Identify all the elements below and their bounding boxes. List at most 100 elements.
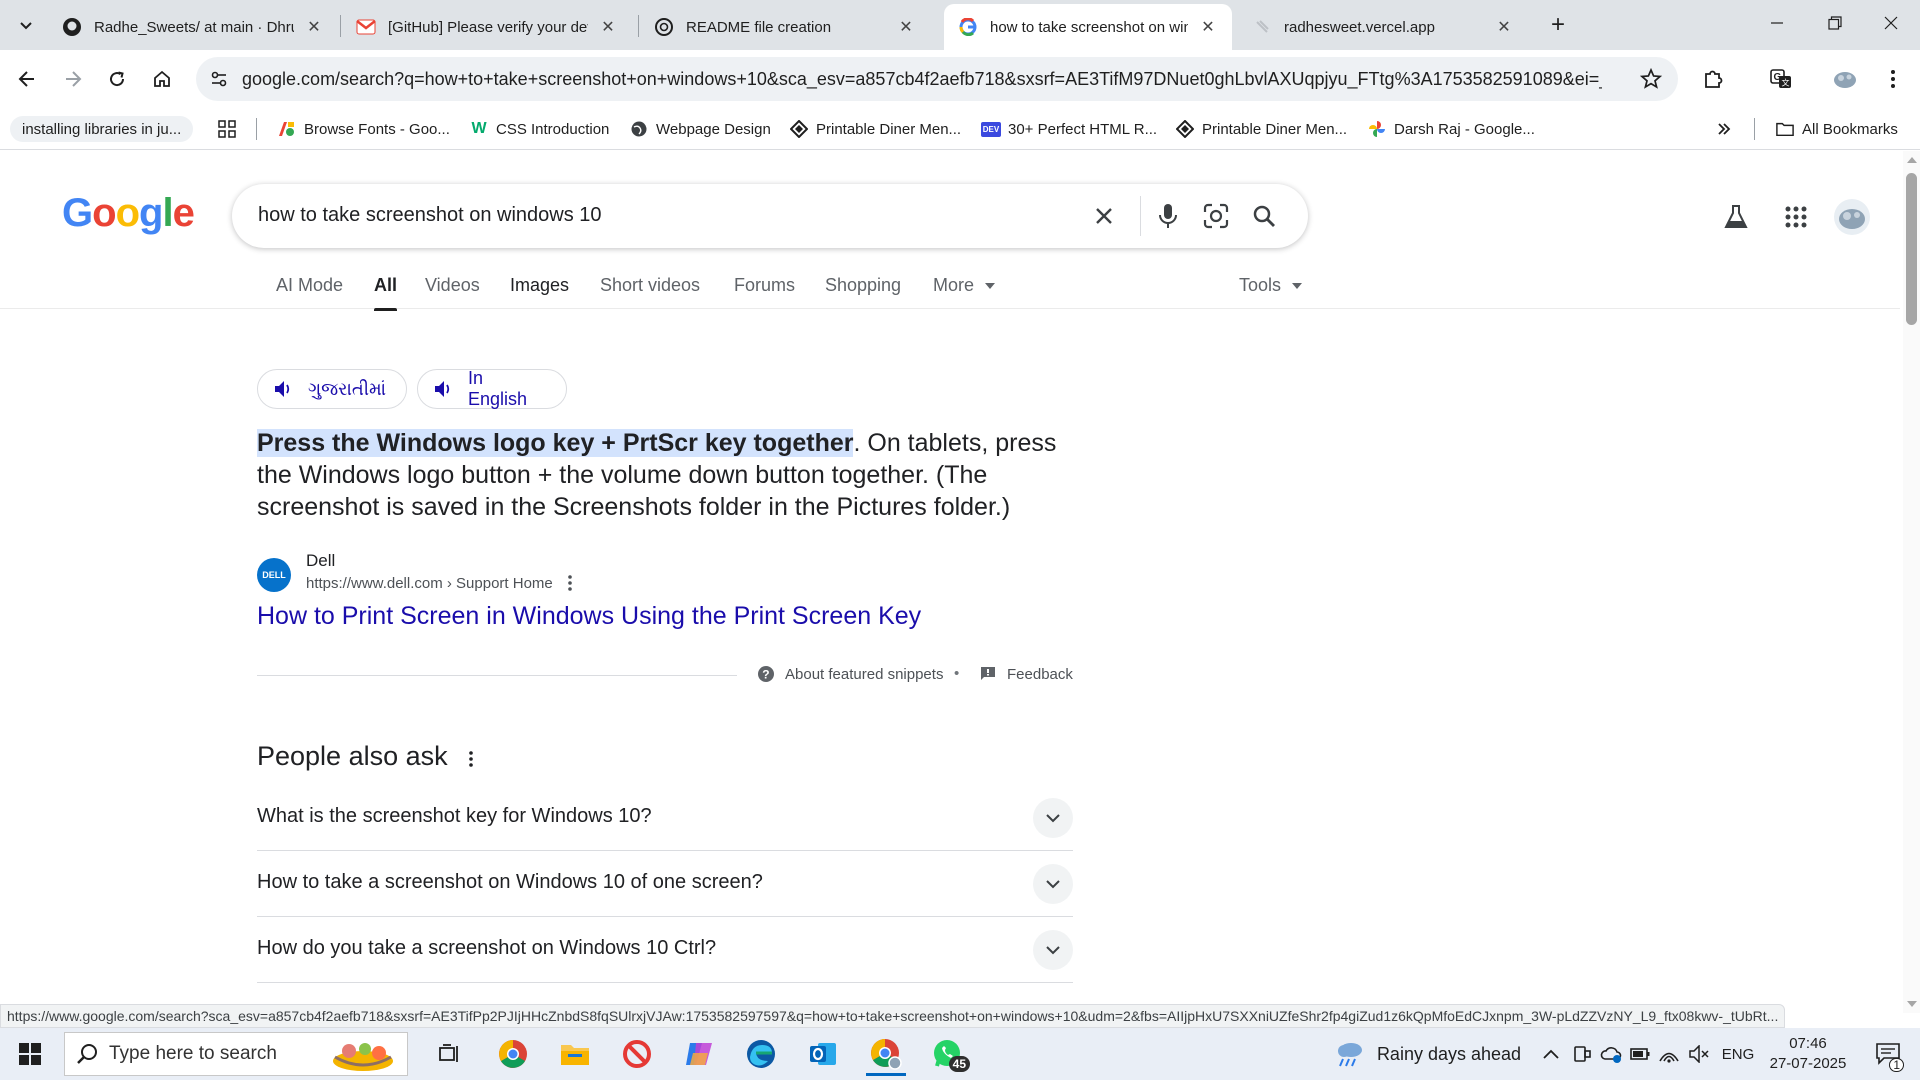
task-view-button[interactable] [424, 1032, 476, 1076]
search-button[interactable] [1246, 198, 1282, 234]
restore-button[interactable] [1806, 0, 1864, 46]
tools-button[interactable]: Tools [1239, 275, 1303, 296]
chrome-active-window-button[interactable] [860, 1032, 912, 1076]
clear-button[interactable] [1086, 198, 1122, 234]
extensions-button[interactable] [1696, 62, 1730, 96]
onedrive-button[interactable] [1598, 1028, 1624, 1080]
lens-search-button[interactable] [1198, 198, 1234, 234]
translate-button[interactable]: G文 [1764, 62, 1798, 96]
site-info-icon[interactable] [204, 64, 234, 94]
all-bookmarks-button[interactable]: All Bookmarks [1776, 116, 1898, 142]
search-box[interactable]: how to take screenshot on windows 10 [232, 184, 1308, 248]
listen-english-button[interactable]: In English [417, 368, 567, 409]
close-window-button[interactable] [1862, 0, 1920, 46]
scrollbar-thumb[interactable] [1906, 173, 1917, 325]
weather-widget[interactable]: Rainy days ahead [1332, 1028, 1522, 1080]
input-language[interactable]: ENG [1718, 1028, 1758, 1080]
tab-separator [638, 15, 639, 37]
google-apps-button[interactable] [1776, 197, 1816, 237]
tab-more[interactable]: More [933, 275, 996, 296]
paa-question[interactable]: What is the screenshot key for Windows 1… [257, 785, 1073, 851]
home-button[interactable] [145, 62, 179, 96]
source-name[interactable]: Dell [306, 551, 335, 571]
tab-search-button[interactable] [10, 10, 42, 40]
new-tab-button[interactable]: + [1542, 10, 1574, 40]
chevron-down-icon[interactable] [1033, 864, 1073, 904]
more-options-icon[interactable] [463, 747, 479, 771]
tab-shopping[interactable]: Shopping [825, 275, 901, 296]
browser-tab-active[interactable]: how to take screenshot on winc ✕ [944, 4, 1232, 50]
close-icon[interactable]: ✕ [896, 17, 916, 37]
bookmark-item[interactable]: Browse Fonts - Goo... [278, 116, 450, 142]
bookmark-item[interactable]: DEV 30+ Perfect HTML R... [980, 116, 1157, 142]
browser-tab[interactable]: README file creation ✕ [640, 4, 930, 50]
tab-images[interactable]: Images [510, 275, 569, 296]
address-bar[interactable]: google.com/search?q=how+to+take+screensh… [196, 57, 1678, 101]
whatsapp-button[interactable]: 45 [922, 1032, 974, 1076]
minimize-button[interactable] [1748, 0, 1806, 46]
scroll-up-arrow-icon[interactable] [1906, 155, 1917, 165]
search-input[interactable]: how to take screenshot on windows 10 [258, 204, 602, 227]
file-explorer-button[interactable] [549, 1032, 601, 1076]
clock[interactable]: 07:46 27-07-2025 [1764, 1028, 1852, 1080]
outlook-icon [810, 1043, 836, 1065]
bookmark-item[interactable]: Darsh Raj - Google... [1368, 116, 1535, 142]
more-options-icon[interactable] [563, 573, 577, 593]
close-icon[interactable]: ✕ [1198, 17, 1218, 37]
edge-button[interactable] [735, 1032, 787, 1076]
chrome-taskbar-icon[interactable] [487, 1032, 539, 1076]
browser-tab[interactable]: radhesweet.vercel.app ✕ [1238, 4, 1528, 50]
show-hidden-icons-button[interactable] [1538, 1028, 1564, 1080]
feedback-link[interactable]: Feedback [979, 665, 1073, 683]
close-icon[interactable]: ✕ [1494, 17, 1514, 37]
reload-button[interactable] [100, 62, 134, 96]
tab-ai-mode[interactable]: AI Mode [276, 275, 343, 296]
bookmark-item[interactable]: installing libraries in ju... [10, 116, 194, 142]
chrome-menu-button[interactable] [1876, 62, 1910, 96]
google-logo[interactable]: Google [62, 191, 195, 236]
listen-gujarati-button[interactable]: ગુજરાતીમાં [257, 369, 407, 409]
close-icon[interactable]: ✕ [304, 17, 324, 37]
tab-short-videos[interactable]: Short videos [600, 275, 700, 296]
browser-tab[interactable]: [GitHub] Please verify your devi ✕ [342, 4, 632, 50]
chevron-down-icon[interactable] [1033, 930, 1073, 970]
chevron-double-right-icon [1718, 123, 1731, 135]
scroll-down-arrow-icon[interactable] [1906, 999, 1917, 1009]
bookmark-item[interactable]: Printable Diner Men... [1176, 116, 1347, 142]
back-button[interactable] [10, 62, 44, 96]
browser-tab[interactable]: Radhe_Sweets/ at main · Dhruvi ✕ [48, 4, 338, 50]
bookmark-item[interactable]: Printable Diner Men... [790, 116, 961, 142]
copilot-button[interactable] [673, 1032, 725, 1076]
bookmark-item[interactable]: W CSS Introduction [470, 116, 609, 142]
chevron-down-icon[interactable] [1033, 798, 1073, 838]
close-icon[interactable]: ✕ [598, 17, 618, 37]
blocked-app-button[interactable] [611, 1032, 663, 1076]
paa-question[interactable]: How to take a screenshot on Windows 10 o… [257, 851, 1073, 917]
apps-button[interactable] [218, 116, 236, 142]
volume-button[interactable] [1686, 1028, 1712, 1080]
meet-now-button[interactable] [1570, 1028, 1594, 1080]
bookmark-item[interactable]: Webpage Design [630, 116, 771, 142]
start-button[interactable] [4, 1032, 56, 1076]
network-button[interactable] [1656, 1028, 1682, 1080]
forward-button[interactable] [56, 62, 90, 96]
bookmark-star-icon[interactable] [1638, 66, 1664, 92]
more-bookmarks-button[interactable] [1716, 116, 1732, 142]
paa-question[interactable]: How do you take a screenshot on Windows … [257, 917, 1073, 983]
search-labs-button[interactable] [1716, 197, 1756, 237]
battery-button[interactable] [1628, 1028, 1652, 1080]
about-snippets-link[interactable]: ? About featured snippets [757, 665, 943, 683]
result-link[interactable]: How to Print Screen in Windows Using the… [257, 602, 921, 631]
tab-all[interactable]: All [374, 275, 398, 311]
profile-avatar-button[interactable] [1828, 62, 1862, 96]
taskbar-search-box[interactable]: Type here to search [64, 1032, 408, 1076]
notification-center-button[interactable]: 1 [1864, 1028, 1912, 1080]
close-icon [1884, 16, 1898, 30]
outlook-button[interactable] [797, 1032, 849, 1076]
tab-forums[interactable]: Forums [734, 275, 795, 296]
account-avatar[interactable] [1832, 197, 1872, 237]
voice-search-button[interactable] [1150, 198, 1186, 234]
source-url[interactable]: https://www.dell.com › Support Home [306, 575, 553, 592]
page-scrollbar[interactable] [1903, 151, 1920, 1013]
tab-videos[interactable]: Videos [425, 275, 480, 296]
